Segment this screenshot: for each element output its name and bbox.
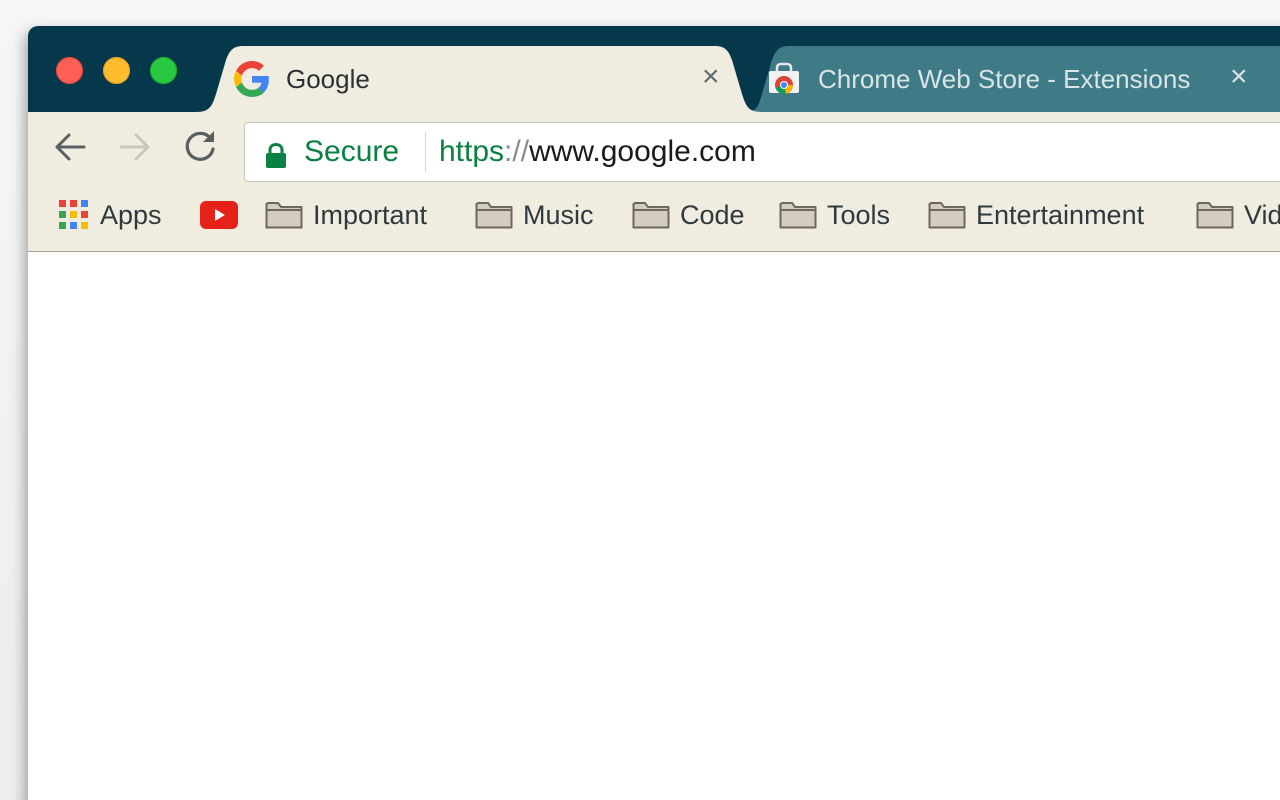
- url-host: www.google.com: [529, 135, 756, 168]
- tab-close-button[interactable]: ×: [702, 62, 720, 92]
- url-separator: ://: [504, 135, 530, 168]
- reload-icon: [185, 131, 215, 161]
- bookmark-folder-important[interactable]: Important: [265, 191, 427, 239]
- toolbar: Secure https://www.google.com Apps Impor…: [28, 112, 1280, 252]
- folder-icon: [632, 202, 670, 229]
- youtube-icon: [200, 201, 238, 229]
- page-content[interactable]: [28, 252, 1280, 800]
- folder-icon: [779, 202, 817, 229]
- tab-strip: Google × Chrome Web Store - Extensions ×: [28, 26, 1280, 112]
- desktop: Google × Chrome Web Store - Extensions ×…: [0, 0, 1280, 800]
- forward-arrow-icon: [119, 133, 150, 161]
- google-g-icon: [234, 61, 270, 97]
- apps-grid-icon: [59, 200, 88, 229]
- chrome-web-store-icon: [766, 61, 802, 97]
- tab-google[interactable]: Google ×: [234, 46, 744, 112]
- bookmark-folder-code[interactable]: Code: [632, 191, 745, 239]
- bookmark-label: Vid: [1244, 199, 1280, 230]
- url-text[interactable]: https://www.google.com: [439, 135, 756, 169]
- secure-label[interactable]: Secure: [304, 135, 399, 169]
- bookmark-apps[interactable]: Apps: [58, 191, 162, 239]
- bookmark-folder-vid[interactable]: Vid: [1196, 191, 1280, 239]
- bookmark-label: Apps: [100, 199, 162, 230]
- bookmark-youtube[interactable]: [200, 191, 238, 239]
- tab-chrome-web-store[interactable]: Chrome Web Store - Extensions ×: [766, 46, 1280, 112]
- bookmark-folder-entertainment[interactable]: Entertainment: [928, 191, 1144, 239]
- back-button[interactable]: [46, 123, 94, 171]
- bookmark-label: Tools: [827, 199, 891, 230]
- window-close-button[interactable]: [56, 57, 83, 84]
- window-maximize-button[interactable]: [150, 57, 177, 84]
- folder-icon: [265, 202, 303, 229]
- browser-window: Google × Chrome Web Store - Extensions ×…: [28, 26, 1280, 800]
- omnibox-divider: [425, 132, 426, 172]
- bookmark-label: Important: [313, 199, 428, 230]
- url-scheme: https: [439, 135, 505, 168]
- folder-icon: [475, 202, 513, 229]
- reload-button[interactable]: [176, 123, 224, 171]
- bookmark-label: Music: [523, 199, 594, 230]
- lock-icon: [266, 143, 286, 168]
- bookmark-label: Entertainment: [976, 199, 1145, 230]
- folder-icon: [928, 202, 966, 229]
- bookmark-label: Code: [680, 199, 745, 230]
- bookmark-folder-music[interactable]: Music: [475, 191, 594, 239]
- forward-button[interactable]: [111, 123, 159, 171]
- bookmark-folder-tools[interactable]: Tools: [779, 191, 890, 239]
- folder-icon: [1196, 202, 1234, 229]
- bookmarks-bar: Apps Important Music Code Tools Entertai…: [28, 191, 1280, 239]
- back-arrow-icon: [55, 133, 86, 161]
- tab-title: Google: [286, 63, 370, 94]
- tab-title: Chrome Web Store - Extensions: [818, 63, 1191, 94]
- window-minimize-button[interactable]: [103, 57, 130, 84]
- tab-close-button[interactable]: ×: [1230, 62, 1248, 92]
- address-bar[interactable]: Secure https://www.google.com: [244, 122, 1280, 182]
